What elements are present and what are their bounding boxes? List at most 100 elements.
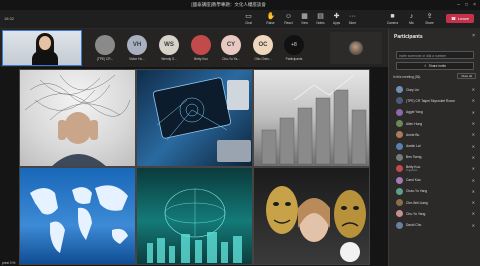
more-button[interactable]: ··· More [344,11,361,28]
mic-off-icon: ✕ [471,98,475,104]
attendee-tile[interactable]: CY Chu-Yu Ya... [216,35,246,67]
attendee-name: Betty Kuo [194,57,208,61]
image-digital-city [136,167,253,265]
avatar [396,165,403,173]
raise-button[interactable]: ✋ Raise [262,11,279,28]
chat-icon: ▭ [245,13,252,20]
smile-icon: ☺ [284,13,293,20]
avatar [396,221,403,229]
participant-video-tile[interactable] [330,32,382,64]
avatar [396,108,403,116]
notes-button[interactable]: ▤ Notes [312,11,329,28]
share-button[interactable]: ⇪ Share [421,11,438,28]
image-theatre-masks [253,167,370,265]
avatar [396,210,403,218]
list-item[interactable]: David Cho ✕ [389,220,480,231]
react-button[interactable]: ☺ React [280,11,297,28]
mic-icon: ♪ [409,13,414,20]
list-item[interactable]: Betty Kuo Organizer ✕ [389,163,480,174]
mic-off-icon: ✕ [471,121,475,127]
self-video[interactable] [2,30,82,66]
avatar: VH [127,35,147,55]
list-item[interactable]: (TPE) CR Taipei Skyrocket Room ✕ [389,95,480,106]
invite-search-input[interactable]: Invite someone or dial a number [396,51,474,59]
avatar [396,131,403,139]
close-icon[interactable]: × [472,33,475,39]
image-coins-finance [253,69,370,167]
mic-off-icon: ✕ [471,87,475,93]
teams-meeting-window: [國泰講座]教學專題：文化人權座談會 – □ × 18:32 ▭ Chat ✋ Ra… [0,0,480,266]
coins-illustration [261,74,367,165]
attendee-tile[interactable]: (TPE) CR... [90,35,120,67]
mic-off-icon: ✕ [471,154,475,160]
camera-button[interactable]: ■ Camera [384,11,401,28]
avatar [396,187,403,195]
stage-status: prezi 0:% [2,261,16,265]
in-meeting-section[interactable]: In this meeting (36) [393,75,420,79]
mic-off-icon: ✕ [471,166,475,172]
maximize-icon[interactable]: □ [465,2,468,8]
pane-title: Participants [394,34,423,40]
theatre-masks-illustration [266,186,366,262]
attendee-name: Wendy S... [161,57,177,61]
minimize-icon[interactable]: – [457,2,460,8]
avatar [349,41,363,55]
avatar [396,199,403,207]
list-item[interactable]: Chu-Yu Yang ✕ [389,208,480,219]
participants-pane: Participants × Invite someone or dial a … [388,29,480,266]
close-icon[interactable]: × [473,2,476,8]
mic-off-icon: ✕ [471,132,475,138]
attendee-tile[interactable]: OC Otto Chen... [248,35,278,67]
digital-city-illustration [147,188,242,263]
avatar [396,176,403,184]
list-item[interactable]: Ben Tseng ✕ [389,152,480,163]
meeting-timer: 18:32 [4,16,15,21]
mic-off-icon: ✕ [471,188,475,194]
tablet-tech-illustration [152,77,251,162]
image-world-map [19,167,136,265]
more-participants-tile[interactable]: +8 Participants [283,35,305,67]
attendee-tile[interactable]: WS Wendy S... [154,35,184,67]
chat-button[interactable]: ▭ Chat [240,11,257,28]
avatar [396,97,403,105]
phone-icon: ☎ [451,16,457,21]
view-button[interactable]: ▦ View [296,11,313,28]
mute-all-button[interactable]: Mute all [457,73,476,79]
participant-list: Clary Lin ✕ (TPE) CR Taipei Skyrocket Roo… [389,84,480,231]
list-item[interactable]: Allen Hung ✕ [389,118,480,129]
leave-button[interactable]: ☎ Leave [446,14,474,23]
more-participants-label: Participants [285,57,303,61]
image-tablet-tech [136,69,253,167]
list-item[interactable]: Clary Lin ✕ [389,84,480,95]
list-item[interactable]: Carol Kao ✕ [389,174,480,185]
list-item[interactable]: Che-Wei Liang ✕ [389,197,480,208]
mic-off-icon: ✕ [471,143,475,149]
share-icon: ⇪ [426,13,433,20]
apps-button[interactable]: ✚ Apps [328,11,345,28]
more-icon: ··· [349,13,356,20]
list-item[interactable]: Annie Bu ✕ [389,129,480,140]
video-person-body [32,51,58,65]
mic-off-icon: ✕ [471,222,475,228]
title-bar: [國泰講座]教學專題：文化人權座談會 – □ × [0,0,480,10]
share-invite-button[interactable]: ⇪ Share invite [396,62,474,70]
attendee-name: (TPE) CR... [96,57,114,61]
list-item[interactable]: Austin Lai ✕ [389,140,480,151]
mic-off-icon: ✕ [471,200,475,206]
apps-icon: ✚ [333,13,340,20]
shared-content [19,69,370,265]
attendee-tile[interactable]: VH Victor Ho... [122,35,152,67]
attendee-tile[interactable]: Betty Kuo [186,35,216,67]
hand-icon: ✋ [266,13,276,20]
role-label: Organizer [406,169,418,173]
list-item[interactable]: Aggie Yang ✕ [389,107,480,118]
mic-off-icon: ✕ [471,177,475,183]
mic-button[interactable]: ♪ Mic [403,11,420,28]
avatar [396,153,403,161]
mic-off-icon: ✕ [471,211,475,217]
list-item[interactable]: Chao-Yu Yang ✕ [389,186,480,197]
attendee-name: Otto Chen... [254,57,272,61]
avatar [396,142,403,150]
avatar [396,86,403,94]
attendee-name: Victor Ho... [129,57,145,61]
